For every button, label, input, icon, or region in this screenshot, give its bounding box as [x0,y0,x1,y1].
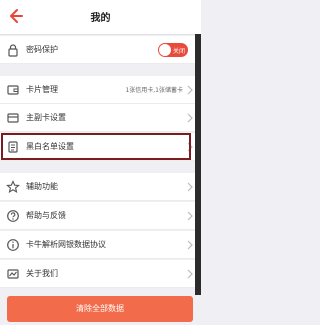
help-icon [7,210,19,222]
chevron-right-icon [187,85,193,95]
sub-card-label: 主副卡设置 [26,113,66,122]
chevron-right-icon [187,269,193,279]
chevron-right-icon [187,182,193,192]
toggle-knob [159,44,171,56]
wallet-icon [7,85,19,95]
about-row[interactable]: 关于我们 [0,260,201,288]
password-protect-label: 密码保护 [26,45,58,54]
highlight-box [1,133,191,160]
about-label: 关于我们 [26,269,58,278]
card-manage-value: 1张信用卡,1张储蓄卡 [125,87,183,94]
chevron-right-icon [187,113,193,123]
password-protect-row: 密码保护 关闭 [0,36,201,64]
clear-all-data-button[interactable]: 清除全部数据 [7,296,193,322]
card-icon [7,113,19,123]
protocol-row[interactable]: 卡牛解析网银数据协议 [0,231,201,259]
card-manage-row[interactable]: 卡片管理 1张信用卡,1张储蓄卡 [0,76,201,104]
password-protect-toggle[interactable]: 关闭 [158,43,188,57]
sub-card-row[interactable]: 主副卡设置 [0,104,201,132]
header-bar: 我的 [0,0,201,35]
star-icon [6,180,20,194]
chart-icon [7,269,19,279]
page-title: 我的 [90,13,111,24]
protocol-label: 卡牛解析网银数据协议 [26,240,106,249]
right-edge-bar [195,34,201,295]
chevron-right-icon [187,240,193,250]
toggle-state-label: 关闭 [173,48,186,55]
assist-label: 辅助功能 [26,182,58,191]
card-manage-label: 卡片管理 [26,85,58,94]
lock-icon [8,44,18,57]
info-icon [7,239,19,251]
help-label: 帮助与反馈 [26,211,66,220]
assist-row[interactable]: 辅助功能 [0,173,201,201]
help-row[interactable]: 帮助与反馈 [0,202,201,230]
chevron-right-icon [187,211,193,221]
